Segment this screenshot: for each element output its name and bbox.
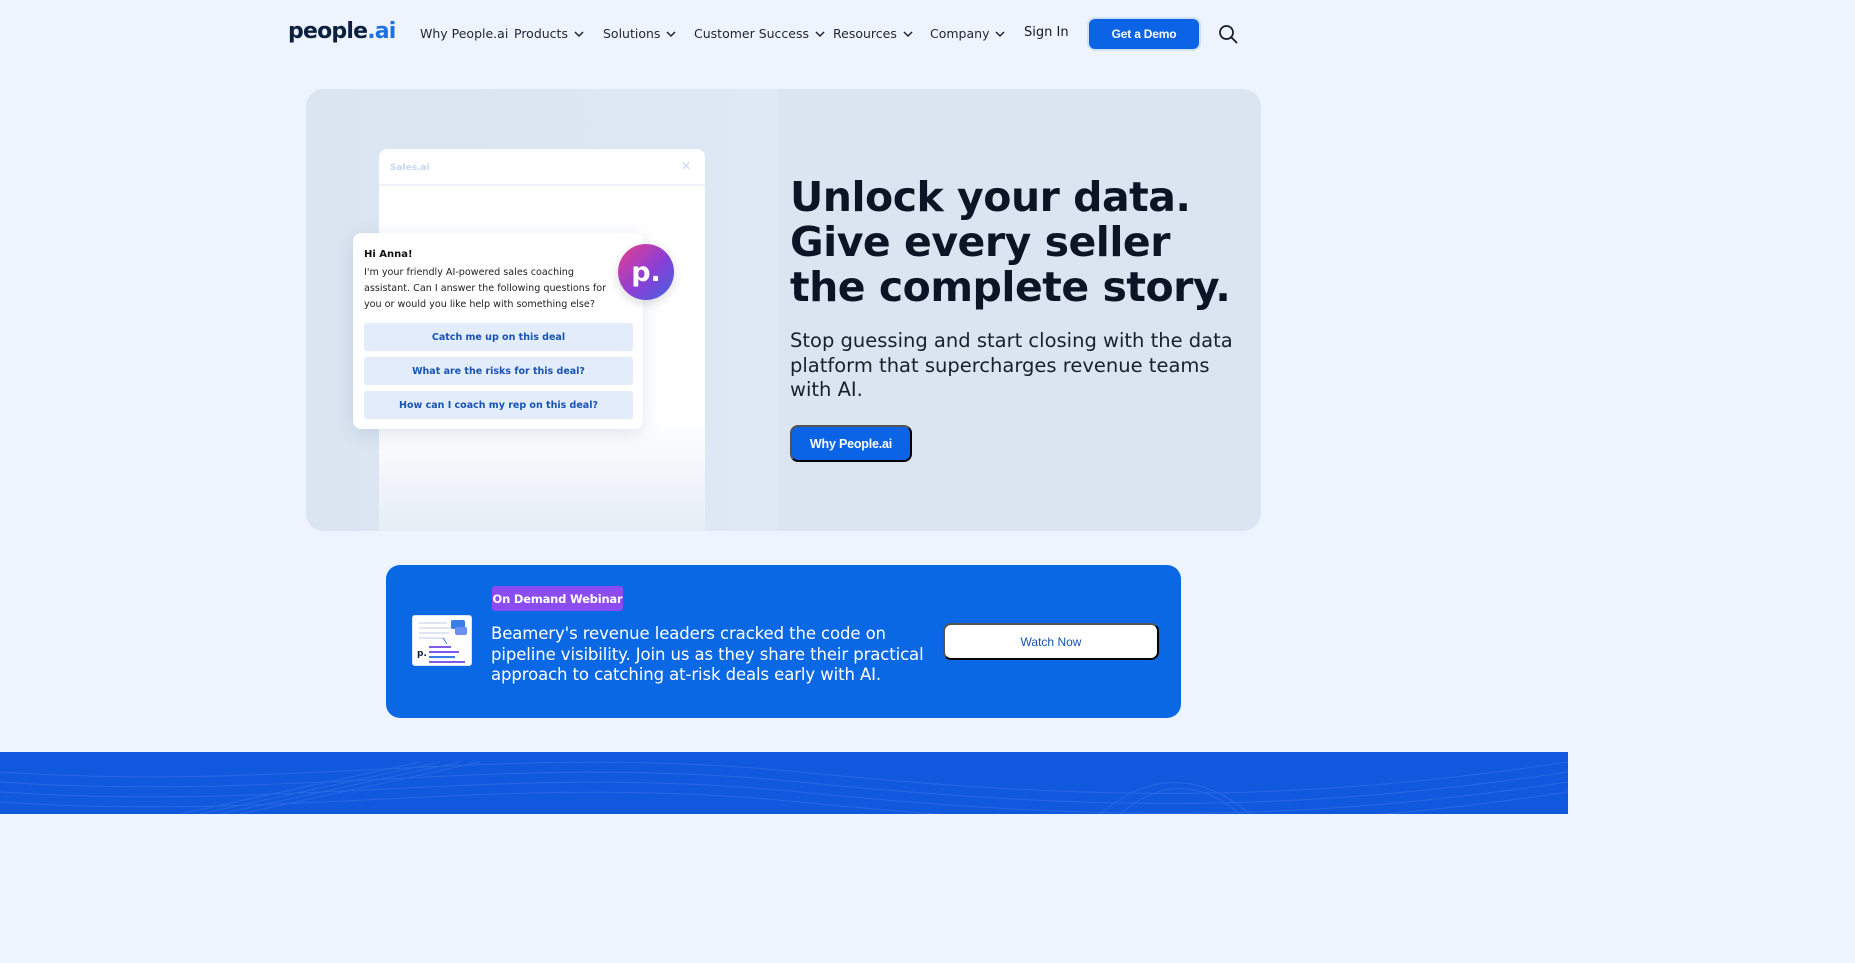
nav-item-label: Solutions: [603, 26, 661, 41]
bottom-decorative-band: [0, 752, 1568, 814]
wave-pattern: [0, 761, 1568, 814]
close-icon: ✕: [680, 159, 691, 173]
assistant-avatar: p.: [618, 244, 674, 300]
chat-message: I'm your friendly AI-powered sales coach…: [364, 267, 607, 310]
mock-window-title: Sales.ai: [390, 163, 430, 173]
chat-option-risks[interactable]: What are the risks for this deal?: [364, 357, 633, 385]
top-navigation: people.ai Why People.ai Products Solutio…: [0, 0, 1568, 68]
watch-now-button[interactable]: Watch Now: [943, 623, 1159, 660]
divider: [379, 184, 705, 186]
nav-item-solutions[interactable]: Solutions: [603, 26, 677, 41]
nav-item-label: Why People.ai: [420, 26, 509, 41]
sign-in-link[interactable]: Sign In: [1024, 25, 1069, 40]
nav-item-label: Company: [930, 26, 990, 41]
chat-option-catch-up[interactable]: Catch me up on this deal: [364, 323, 633, 351]
chevron-down-icon: [666, 30, 676, 37]
nav-item-products[interactable]: Products: [514, 26, 585, 41]
nav-item-label: Products: [514, 26, 568, 41]
nav-item-company[interactable]: Company: [930, 26, 1006, 41]
chevron-down-icon: [903, 30, 913, 37]
search-icon[interactable]: [1218, 24, 1238, 44]
chevron-down-icon: [815, 30, 825, 37]
webinar-thumbnail: p.: [412, 615, 472, 666]
nav-item-why-people-ai[interactable]: Why People.ai: [420, 26, 508, 41]
hero-section: Sales.ai ✕ Hi Anna! I'm your friendly AI…: [306, 89, 1261, 531]
chevron-down-icon: [574, 30, 584, 37]
nav-item-customer-success[interactable]: Customer Success: [694, 26, 826, 41]
why-people-ai-button[interactable]: Why People.ai: [790, 425, 912, 462]
svg-text:p.: p.: [417, 649, 427, 659]
nav-item-label: Resources: [833, 26, 897, 41]
nav-item-label: Customer Success: [694, 26, 810, 41]
chevron-down-icon: [995, 30, 1005, 37]
chat-assistant-card: Hi Anna! I'm your friendly AI-powered sa…: [353, 233, 643, 429]
logo-accent: .ai: [367, 19, 396, 44]
webinar-banner: p. On Demand Webinar Beamery's revenue l…: [386, 565, 1181, 718]
webinar-description: Beamery's revenue leaders cracked the co…: [491, 624, 924, 684]
hero-headline: Unlock your data. Give every seller the …: [790, 173, 1231, 311]
webinar-thumbnail-graphic: p.: [413, 616, 471, 665]
people-ai-logo[interactable]: people.ai: [288, 19, 396, 44]
nav-item-resources[interactable]: Resources: [833, 26, 914, 41]
logo-text: people: [288, 19, 368, 44]
on-demand-webinar-badge: On Demand Webinar: [492, 586, 623, 611]
get-a-demo-button[interactable]: Get a Demo: [1087, 17, 1201, 51]
hero-illustration: Sales.ai ✕ Hi Anna! I'm your friendly AI…: [306, 89, 778, 531]
hero-subheadline: Stop guessing and start closing with the…: [790, 329, 1233, 401]
chat-greeting: Hi Anna!: [364, 249, 413, 260]
chat-option-coach[interactable]: How can I coach my rep on this deal?: [364, 391, 633, 419]
